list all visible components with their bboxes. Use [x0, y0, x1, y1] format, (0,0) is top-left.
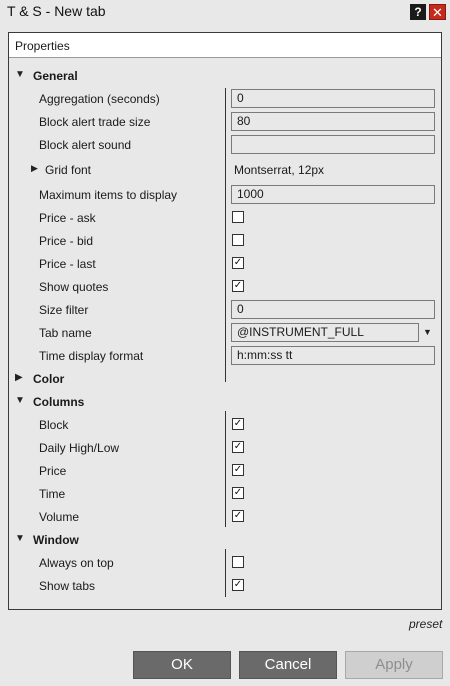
price-bid-checkbox[interactable] — [232, 234, 244, 246]
tab-name-input[interactable]: @INSTRUMENT_FULL — [231, 323, 419, 342]
prop-size-filter-label: Size filter — [39, 303, 89, 317]
window-title: T & S - New tab — [7, 3, 106, 19]
show-quotes-checkbox[interactable]: ✓ — [232, 280, 244, 292]
properties-header: Properties — [9, 33, 441, 58]
prop-size-filter: Size filter 0 — [9, 298, 441, 321]
prop-column-volume: Volume ✓ — [9, 505, 441, 528]
prop-show-quotes: Show quotes ✓ — [9, 275, 441, 298]
prop-column-daily-high-low: Daily High/Low ✓ — [9, 436, 441, 459]
prop-column-daily-high-low-label: Daily High/Low — [39, 441, 120, 455]
ok-button[interactable]: OK — [133, 651, 231, 679]
prop-aggregation: Aggregation (seconds) 0 — [9, 87, 441, 110]
preset-link[interactable]: preset — [409, 617, 442, 631]
collapse-arrow-icon[interactable]: ▼ — [15, 395, 25, 406]
price-ask-checkbox[interactable] — [232, 211, 244, 223]
block-alert-sound-input[interactable] — [231, 135, 435, 154]
size-filter-input[interactable]: 0 — [231, 300, 435, 319]
prop-show-tabs: Show tabs ✓ — [9, 574, 441, 597]
max-items-input[interactable]: 1000 — [231, 185, 435, 204]
prop-show-tabs-label: Show tabs — [39, 579, 96, 593]
column-daily-high-low-checkbox[interactable]: ✓ — [232, 441, 244, 453]
title-bar: T & S - New tab ? ✕ — [0, 0, 450, 24]
prop-block-alert-sound-label: Block alert sound — [39, 138, 132, 152]
category-color-label: Color — [33, 372, 65, 386]
collapse-arrow-icon[interactable]: ▼ — [15, 69, 25, 80]
time-display-format-input[interactable]: h:mm:ss tt — [231, 346, 435, 365]
show-tabs-checkbox[interactable]: ✓ — [232, 579, 244, 591]
always-on-top-checkbox[interactable] — [232, 556, 244, 568]
prop-column-block: Block ✓ — [9, 413, 441, 436]
dropdown-arrow-icon[interactable]: ▼ — [423, 327, 432, 337]
column-time-checkbox[interactable]: ✓ — [232, 487, 244, 499]
prop-tab-name-label: Tab name — [39, 326, 92, 340]
prop-price-last-label: Price - last — [39, 257, 96, 271]
properties-panel: Properties ▼ General Aggregation (second… — [8, 32, 442, 610]
prop-show-quotes-label: Show quotes — [39, 280, 109, 294]
prop-max-items: Maximum items to display 1000 — [9, 183, 441, 206]
cancel-button[interactable]: Cancel — [239, 651, 337, 679]
column-block-checkbox[interactable]: ✓ — [232, 418, 244, 430]
prop-price-bid-label: Price - bid — [39, 234, 94, 248]
prop-column-block-label: Block — [39, 418, 69, 432]
collapse-arrow-icon[interactable]: ▼ — [15, 533, 25, 544]
category-general-label: General — [33, 69, 78, 83]
prop-tab-name: Tab name @INSTRUMENT_FULL ▼ — [9, 321, 441, 344]
column-price-checkbox[interactable]: ✓ — [232, 464, 244, 476]
prop-column-price-label: Price — [39, 464, 67, 478]
prop-column-time-label: Time — [39, 487, 66, 501]
prop-time-display-format: Time display format h:mm:ss tt — [9, 344, 441, 367]
category-window[interactable]: ▼ Window — [9, 528, 441, 551]
category-color[interactable]: ▶ Color — [9, 367, 441, 390]
prop-block-alert-trade-size-label: Block alert trade size — [39, 115, 151, 129]
prop-price-ask-label: Price - ask — [39, 211, 96, 225]
prop-price-ask: Price - ask — [9, 206, 441, 229]
grid-font-value[interactable]: Montserrat, 12px — [234, 163, 324, 177]
prop-grid-font[interactable]: ▶ Grid font Montserrat, 12px — [9, 158, 441, 181]
column-volume-checkbox[interactable]: ✓ — [232, 510, 244, 522]
prop-price-last: Price - last ✓ — [9, 252, 441, 275]
category-columns[interactable]: ▼ Columns — [9, 390, 441, 413]
prop-block-alert-sound: Block alert sound — [9, 133, 441, 156]
prop-grid-font-label: Grid font — [45, 163, 92, 177]
prop-column-volume-label: Volume — [39, 510, 80, 524]
prop-column-time: Time ✓ — [9, 482, 441, 505]
help-button[interactable]: ? — [410, 4, 426, 20]
aggregation-input[interactable]: 0 — [231, 89, 435, 108]
properties-header-label: Properties — [15, 39, 70, 53]
prop-price-bid: Price - bid — [9, 229, 441, 252]
category-window-label: Window — [33, 533, 79, 547]
prop-aggregation-label: Aggregation (seconds) — [39, 92, 160, 106]
block-alert-trade-size-input[interactable]: 80 — [231, 112, 435, 131]
prop-always-on-top-label: Always on top — [39, 556, 114, 570]
expand-arrow-icon[interactable]: ▶ — [31, 163, 38, 174]
category-general[interactable]: ▼ General — [9, 64, 441, 87]
prop-max-items-label: Maximum items to display — [39, 188, 178, 202]
category-columns-label: Columns — [33, 395, 85, 409]
prop-always-on-top: Always on top — [9, 551, 441, 574]
prop-time-display-format-label: Time display format — [39, 349, 144, 363]
expand-arrow-icon[interactable]: ▶ — [15, 372, 23, 383]
prop-column-price: Price ✓ — [9, 459, 441, 482]
apply-button[interactable]: Apply — [345, 651, 443, 679]
close-button[interactable]: ✕ — [429, 4, 446, 20]
price-last-checkbox[interactable]: ✓ — [232, 257, 244, 269]
prop-block-alert-trade-size: Block alert trade size 80 — [9, 110, 441, 133]
